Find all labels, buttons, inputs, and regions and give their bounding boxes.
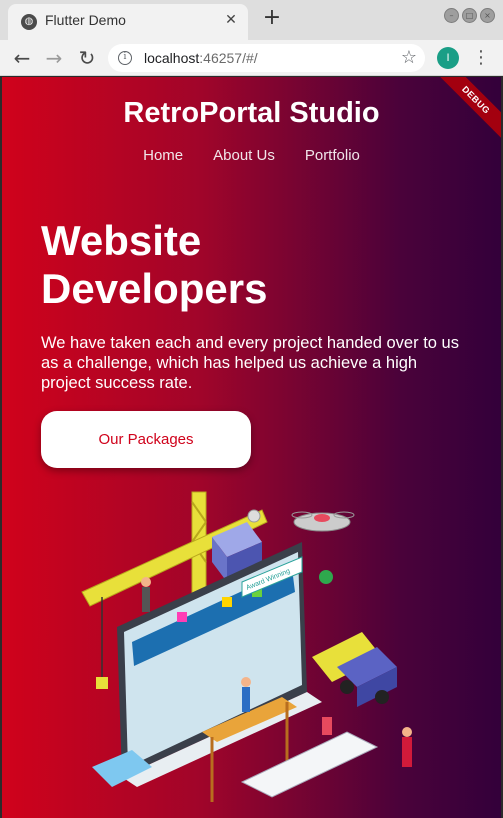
tab-title: Flutter Demo <box>45 12 126 28</box>
profile-avatar[interactable]: I <box>437 47 459 69</box>
window-controls: – □ × <box>444 8 495 23</box>
url-text: localhost:46257/#/ <box>144 50 258 66</box>
hero-title: Website Developers <box>41 217 267 313</box>
address-bar[interactable]: i localhost:46257/#/ ☆ <box>108 44 425 72</box>
forward-button[interactable]: → <box>42 46 66 70</box>
web-development-illustration: Award Winning <box>81 491 412 802</box>
nav-about-us[interactable]: About Us <box>213 147 275 164</box>
nav-portfolio[interactable]: Portfolio <box>305 147 360 164</box>
close-window-button[interactable]: × <box>480 8 495 23</box>
close-tab-icon[interactable]: ✕ <box>222 11 240 29</box>
site-brand[interactable]: RetroPortal Studio <box>2 97 501 130</box>
globe-icon: ◍ <box>21 14 37 30</box>
drone-illustration <box>291 511 355 532</box>
back-button[interactable]: ← <box>10 46 34 70</box>
nav-home[interactable]: Home <box>143 147 183 164</box>
hero-title-line-1: Website <box>41 217 202 264</box>
gear-icon <box>319 570 333 584</box>
url-path: :46257/#/ <box>199 50 258 66</box>
more-menu-icon[interactable]: ⋮ <box>472 46 490 70</box>
minimize-button[interactable]: – <box>444 8 459 23</box>
browser-tab[interactable]: ◍ Flutter Demo ✕ <box>8 4 248 40</box>
keyboard-illustration <box>240 731 379 798</box>
browser-toolbar: ← → ↻ i localhost:46257/#/ ☆ I ⋮ <box>0 40 503 76</box>
browser-titlebar: ◍ Flutter Demo ✕ + – □ × <box>0 0 503 40</box>
info-icon[interactable]: i <box>118 51 132 65</box>
our-packages-button[interactable]: Our Packages <box>41 411 251 468</box>
site-nav: Home About Us Portfolio <box>2 147 501 164</box>
bookmark-star-icon[interactable]: ☆ <box>401 47 417 68</box>
url-host: localhost <box>144 50 200 66</box>
maximize-button[interactable]: □ <box>462 8 477 23</box>
hero-title-line-2: Developers <box>41 265 268 312</box>
hero-description: We have taken each and every project han… <box>41 334 459 392</box>
page-content: DEBUG RetroPortal Studio Home About Us P… <box>2 77 501 818</box>
reload-button[interactable]: ↻ <box>75 46 99 70</box>
truck-illustration <box>312 632 397 707</box>
new-tab-button[interactable]: + <box>262 7 282 29</box>
